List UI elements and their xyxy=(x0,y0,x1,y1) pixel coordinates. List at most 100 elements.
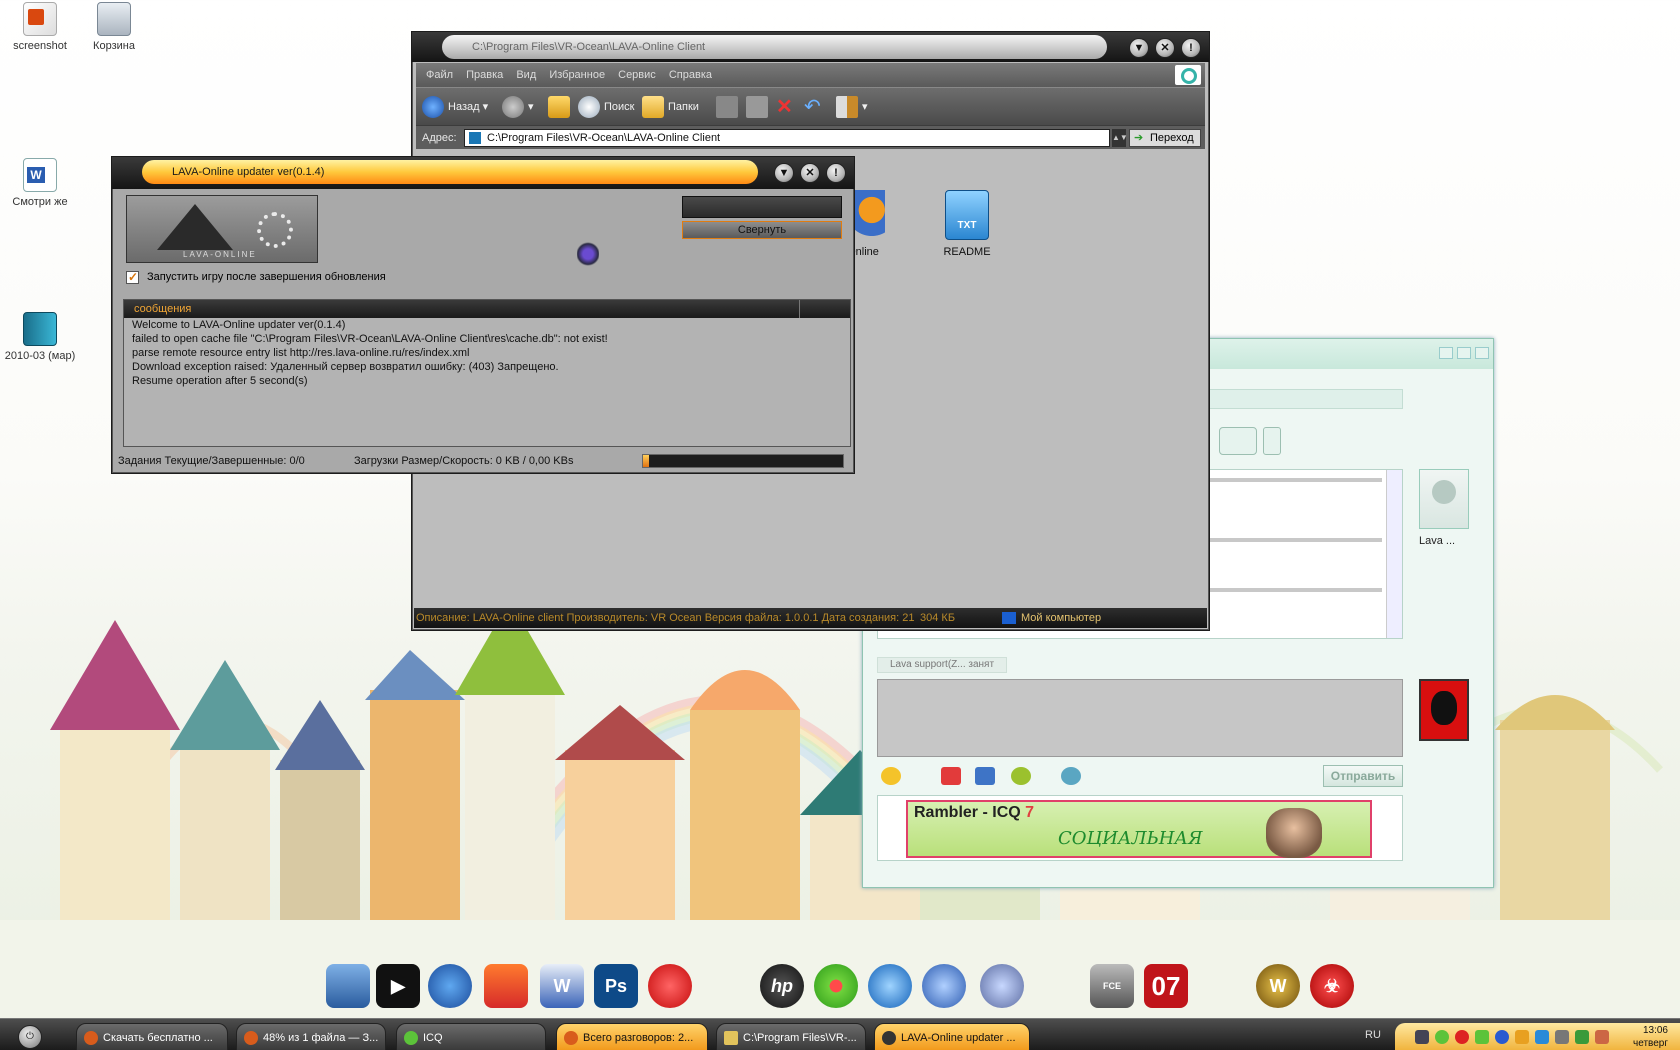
icq-icon[interactable] xyxy=(814,964,858,1008)
google-earth-icon[interactable] xyxy=(868,964,912,1008)
globe-icon[interactable] xyxy=(922,964,966,1008)
updater-title: LAVA-Online updater ver(0.1.4) xyxy=(142,160,758,184)
tray-misc-icon[interactable] xyxy=(1595,1030,1609,1044)
desktop-icon-label: Корзина xyxy=(93,40,135,52)
taskbar-task-explorer[interactable]: C:\Program Files\VR-... xyxy=(716,1023,866,1050)
tray-network-icon[interactable] xyxy=(1535,1030,1549,1044)
biohazard-icon[interactable]: ☣ xyxy=(1310,964,1354,1008)
start-button[interactable]: ⏻ xyxy=(18,1025,42,1049)
sync-icon[interactable] xyxy=(484,964,528,1008)
audio-icon[interactable] xyxy=(980,964,1024,1008)
updater-close-button[interactable]: ✕ xyxy=(800,163,820,183)
clock[interactable]: 13:06 четверг xyxy=(1633,1024,1668,1050)
zap-icon[interactable] xyxy=(941,767,961,785)
up-folder-button[interactable] xyxy=(548,95,574,119)
fceultra-icon[interactable]: FCE ULTRA xyxy=(1090,964,1134,1035)
tray-opera-icon[interactable] xyxy=(1455,1030,1469,1044)
icq-minimize-button[interactable] xyxy=(1439,347,1453,359)
desktop-icon-label: Смотри же xyxy=(12,196,68,208)
forward-button[interactable]: ▾ xyxy=(502,95,534,119)
taskbar-task-conversations[interactable]: Всего разговоров: 2... xyxy=(556,1023,708,1050)
loading-spinner-icon xyxy=(257,212,293,248)
undo-icon[interactable]: ↶ xyxy=(804,95,821,119)
menu-view[interactable]: Вид xyxy=(516,63,536,87)
media-player-icon[interactable]: ▶ xyxy=(376,964,420,1008)
taskbar-task-updater[interactable]: LAVA-Online updater ... xyxy=(874,1023,1030,1050)
updater-minimize-button[interactable]: ▼ xyxy=(774,163,794,183)
icq-contact-status-tab[interactable]: Lava support(Z... занят xyxy=(877,657,1008,673)
07-icon[interactable]: 07 xyxy=(1144,964,1188,1008)
warcraft-icon[interactable]: W xyxy=(1256,964,1300,1008)
bee-icon[interactable] xyxy=(1011,767,1031,785)
taskbar-task-firefox-downloads[interactable]: 48% из 1 файла — З... xyxy=(236,1023,386,1050)
laptop-icon[interactable] xyxy=(326,964,370,1008)
autostart-checkbox-label: Запустить игру после завершения обновлен… xyxy=(147,271,386,283)
mouse-cursor-icon xyxy=(577,241,599,267)
tray-skype-icon[interactable] xyxy=(1495,1030,1509,1044)
taskbar-task-icq[interactable]: ICQ xyxy=(396,1023,546,1050)
gamepad-icon[interactable] xyxy=(1061,767,1081,785)
rambler-icq-banner[interactable]: Rambler - ICQ 7 СОЦИАЛЬНАЯ xyxy=(877,795,1403,861)
text-format-icon[interactable] xyxy=(975,767,995,785)
menu-favorites[interactable]: Избранное xyxy=(549,63,605,87)
explorer-info-button[interactable]: ! xyxy=(1181,38,1201,58)
word-icon[interactable]: W xyxy=(540,964,584,1008)
file-label: README xyxy=(943,246,991,258)
lava-online-logo: LAVA-ONLINE xyxy=(126,195,318,263)
icq-maximize-button[interactable] xyxy=(1457,347,1471,359)
log-line: failed to open cache file "C:\Program Fi… xyxy=(132,333,608,345)
book-icon xyxy=(23,312,57,346)
opera-icon[interactable] xyxy=(648,964,692,1008)
delete-icon[interactable]: ✕ xyxy=(776,95,793,119)
explorer-minimize-button[interactable]: ▼ xyxy=(1129,38,1149,58)
views-button[interactable]: ▾ xyxy=(836,95,868,119)
menu-file[interactable]: Файл xyxy=(426,63,453,87)
copy-to-button[interactable] xyxy=(746,95,772,119)
taskbar-task-firefox-download[interactable]: Скачать бесплатно ... xyxy=(76,1023,228,1050)
address-input[interactable]: C:\Program Files\VR-Ocean\LAVA-Online Cl… xyxy=(464,129,1110,147)
photoshop-icon[interactable]: Ps xyxy=(594,964,638,1008)
back-button[interactable]: Назад ▾ xyxy=(422,95,488,119)
log-line: parse remote resource entry list http://… xyxy=(132,347,470,359)
search-button[interactable]: Поиск xyxy=(578,95,634,119)
tray-volume-icon[interactable] xyxy=(1555,1030,1569,1044)
menu-tools[interactable]: Сервис xyxy=(618,63,656,87)
log-line: Welcome to LAVA-Online updater ver(0.1.4… xyxy=(132,319,346,331)
tray-app-icon[interactable] xyxy=(1415,1030,1429,1044)
icq-file-transfer-button[interactable] xyxy=(1219,427,1257,455)
desktop-icon-screenshot[interactable]: screenshot xyxy=(0,2,80,52)
icq-send-button[interactable]: Отправить xyxy=(1323,765,1403,787)
icq-close-button[interactable] xyxy=(1475,347,1489,359)
tray-shield-icon[interactable] xyxy=(1515,1030,1529,1044)
address-dropdown-button[interactable]: ▲▼ xyxy=(1112,129,1128,147)
move-to-button[interactable] xyxy=(716,95,742,119)
log-line: Resume operation after 5 second(s) xyxy=(132,375,308,387)
updater-minimize-to-tray-button[interactable]: Свернуть xyxy=(682,221,842,239)
desktop-icon-smotri-zhe[interactable]: Смотри же xyxy=(0,158,80,208)
network-icon[interactable] xyxy=(428,964,472,1008)
explorer-close-button[interactable]: ✕ xyxy=(1155,38,1175,58)
icq-popout-button[interactable] xyxy=(1263,427,1281,455)
icq-chat-scrollbar[interactable] xyxy=(1386,470,1402,638)
icq-contact-avatar xyxy=(1419,469,1469,529)
language-indicator[interactable]: RU xyxy=(1365,1019,1381,1050)
folders-button[interactable]: Папки xyxy=(642,95,699,119)
autostart-checkbox-row[interactable]: Запустить игру после завершения обновлен… xyxy=(126,269,386,285)
hp-icon[interactable]: hp xyxy=(760,964,804,1008)
folder-up-icon xyxy=(548,96,570,119)
tray-icq-icon[interactable] xyxy=(1435,1030,1449,1044)
desktop-icon-2010-03[interactable]: 2010-03 (мар) xyxy=(0,312,80,362)
menu-edit[interactable]: Правка xyxy=(466,63,503,87)
menu-help[interactable]: Справка xyxy=(669,63,712,87)
explorer-title-bar: C:\Program Files\VR-Ocean\LAVA-Online Cl… xyxy=(412,32,1209,62)
file-readme[interactable]: TXT README xyxy=(922,190,1012,258)
tray-update-icon[interactable] xyxy=(1575,1030,1589,1044)
updater-info-button[interactable]: ! xyxy=(826,163,846,183)
go-button[interactable]: Переход xyxy=(1129,129,1201,147)
tray-chat-icon[interactable] xyxy=(1475,1030,1489,1044)
smiley-icon[interactable] xyxy=(881,767,901,785)
autostart-checkbox[interactable] xyxy=(126,269,139,285)
icq-message-input[interactable] xyxy=(877,679,1403,757)
updater-action-button[interactable] xyxy=(682,196,842,218)
desktop-icon-recycle-bin[interactable]: Корзина xyxy=(74,2,154,52)
